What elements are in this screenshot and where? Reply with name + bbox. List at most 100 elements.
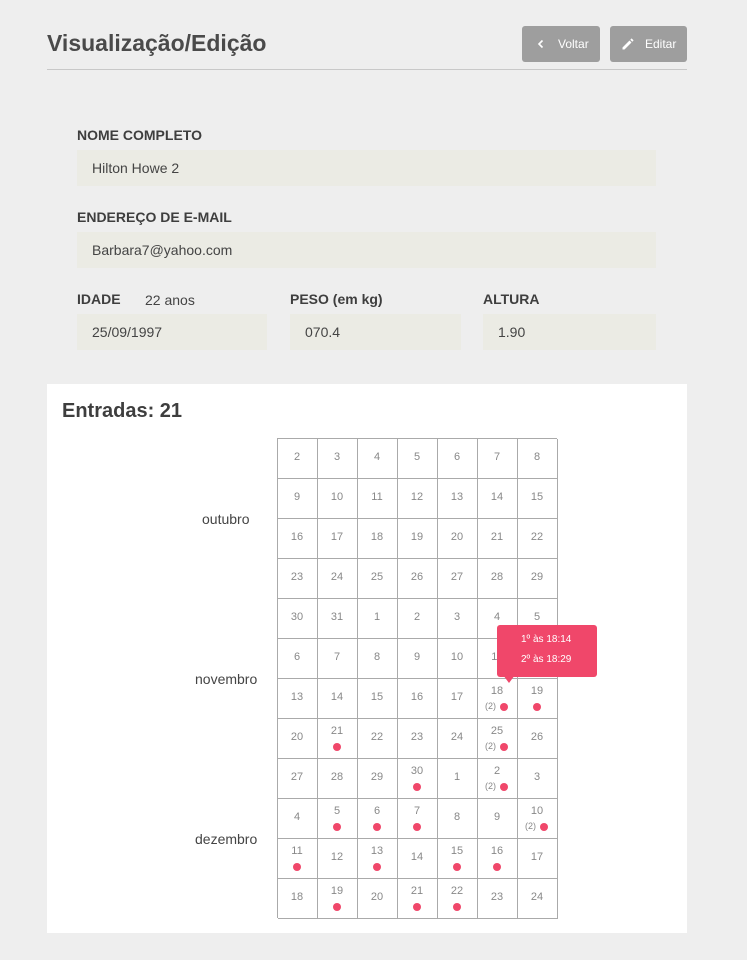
day-number: 30 [290,611,304,623]
chevron-left-icon [534,37,548,51]
day-number: 16 [290,531,304,543]
calendar-day: 15 [518,479,558,519]
day-number: 2 [413,611,421,623]
back-button-label: Voltar [558,37,589,51]
day-number: 22 [450,885,464,897]
day-number: 13 [450,491,464,503]
entry-dot [333,823,341,831]
day-number: 4 [373,451,381,463]
calendar-day[interactable]: 15 [438,839,478,879]
calendar-day[interactable]: 7 [398,799,438,839]
day-number: 7 [493,451,501,463]
day-number: 10 [530,805,544,817]
age-label: IDADE [77,291,121,307]
calendar-day[interactable]: 13 [358,839,398,879]
day-number: 6 [453,451,461,463]
calendar-day[interactable]: 21 [398,879,438,919]
day-number: 23 [490,891,504,903]
day-number: 2 [293,451,301,463]
calendar-day[interactable]: 10 (2) [518,799,558,839]
calendar-day: 18 [358,519,398,559]
name-field[interactable]: Hilton Howe 2 [77,150,656,186]
day-number: 2 [493,765,501,777]
calendar-day: 24 [318,559,358,599]
calendar-day[interactable]: 19 [518,679,558,719]
day-number: 14 [330,691,344,703]
height-label: ALTURA [483,291,540,307]
calendar-day: 12 [398,479,438,519]
height-field[interactable]: 1.90 [483,314,656,350]
calendar-day: 17 [518,839,558,879]
attendance-calendar: 2 3 4 5 6 7 8 9 10 11 12 13 14 15 16 17 18 19 20 21 22 23 24 25… [277,438,558,919]
calendar-day: 12 [318,839,358,879]
day-number: 18 [370,531,384,543]
day-number: 10 [330,491,344,503]
calendar-day[interactable]: 18 (2) [478,679,518,719]
day-number: 21 [410,885,424,897]
calendar-day: 28 [318,759,358,799]
calendar-day[interactable]: 16 [478,839,518,879]
calendar-day: 9 [478,799,518,839]
day-number: 23 [290,571,304,583]
calendar-day[interactable]: 5 [318,799,358,839]
day-number: 3 [333,451,341,463]
calendar-day[interactable]: 22 [438,879,478,919]
tooltip-line: 1º às 18:14 [521,634,572,645]
day-number: 24 [530,891,544,903]
day-number: 25 [490,725,504,737]
calendar-day: 19 [398,519,438,559]
day-number: 9 [493,811,501,823]
day-number: 9 [413,651,421,663]
entry-dot [413,823,421,831]
calendar-day[interactable]: 6 [358,799,398,839]
page-header: Visualização/Edição Voltar Editar [47,26,687,70]
day-number: 7 [333,651,341,663]
entry-dot [413,783,421,791]
age-value: 22 anos [145,292,195,308]
calendar-day: 3 [318,439,358,479]
weight-field[interactable]: 070.4 [290,314,461,350]
day-number: 19 [530,685,544,697]
day-number: 28 [330,771,344,783]
calendar-day: 27 [278,759,318,799]
day-number: 23 [410,731,424,743]
day-number: 5 [533,611,541,623]
day-number: 3 [533,771,541,783]
day-number: 29 [530,571,544,583]
entry-dot [453,863,461,871]
day-number: 15 [370,691,384,703]
day-number: 16 [490,845,504,857]
calendar-day[interactable]: 21 [318,719,358,759]
calendar-day[interactable]: 11 [278,839,318,879]
calendar-day[interactable]: 25 (2) [478,719,518,759]
day-number: 17 [330,531,344,543]
calendar-day: 16 [278,519,318,559]
day-number: 21 [330,725,344,737]
day-number: 6 [373,805,381,817]
day-number: 6 [293,651,301,663]
day-number: 8 [533,451,541,463]
edit-button[interactable]: Editar [610,26,687,62]
calendar-day: 4 [358,439,398,479]
day-number: 17 [530,851,544,863]
entry-dot [373,823,381,831]
calendar-day[interactable]: 19 [318,879,358,919]
back-button[interactable]: Voltar [522,26,600,62]
email-field[interactable]: Barbara7@yahoo.com [77,232,656,268]
entry-dot [293,863,301,871]
calendar-day: 23 [478,879,518,919]
calendar-day: 16 [398,679,438,719]
birthdate-field[interactable]: 25/09/1997 [77,314,267,350]
day-number: 12 [410,491,424,503]
calendar-day: 10 [318,479,358,519]
day-number: 25 [370,571,384,583]
day-number: 20 [370,891,384,903]
calendar-day: 25 [358,559,398,599]
calendar-day: 5 [398,439,438,479]
entry-tooltip: 1º às 18:14 2º às 18:29 [497,625,597,683]
day-number: 27 [450,571,464,583]
calendar-day[interactable]: 30 [398,759,438,799]
calendar-day[interactable]: 2 (2) [478,759,518,799]
calendar-day: 17 [438,679,478,719]
day-number: 19 [410,531,424,543]
